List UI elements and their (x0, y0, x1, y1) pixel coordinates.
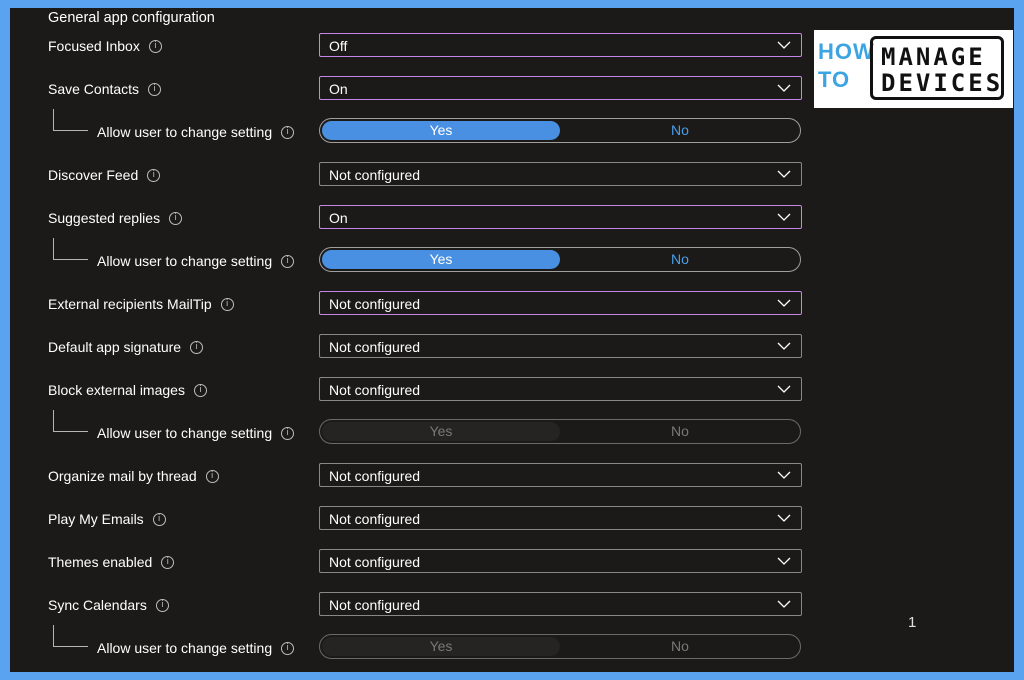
info-icon[interactable]: i (155, 598, 169, 612)
tree-connector (53, 625, 88, 647)
logo-manage: MANAGE (881, 43, 986, 71)
sync-calendars-dropdown[interactable]: Not configured (319, 592, 802, 616)
chevron-down-icon (777, 84, 791, 92)
organize-mail-by-thread-dropdown[interactable]: Not configured (319, 463, 802, 487)
toggle-yes-option[interactable]: Yes (322, 250, 560, 269)
toggle-no-option[interactable]: No (561, 250, 799, 269)
logo-devices: DEVICES (881, 69, 1004, 97)
logo-to: TO (818, 67, 851, 92)
toggle-yes-option: Yes (322, 422, 560, 441)
setting-label: Block external images i (48, 382, 207, 398)
setting-themes-enabled: Themes enabled i Not configured (10, 547, 1014, 577)
info-icon[interactable]: i (281, 641, 295, 655)
tree-connector (53, 238, 88, 260)
setting-label: Allow user to change setting i (97, 253, 295, 269)
setting-label: Themes enabled i (48, 554, 175, 570)
setting-label: Play My Emails i (48, 511, 166, 527)
chevron-down-icon (777, 170, 791, 178)
setting-sync-calendars: Sync Calendars i Not configured (10, 590, 1014, 620)
setting-allow-user-change-save-contacts: Allow user to change setting i Yes No (10, 109, 1014, 147)
logo-how: HOW (818, 39, 875, 64)
setting-discover-feed: Discover Feed i Not configured (10, 160, 1014, 190)
chevron-down-icon (777, 557, 791, 565)
info-icon[interactable]: i (148, 82, 162, 96)
setting-suggested-replies: Suggested replies i On (10, 203, 1014, 233)
toggle-no-option: No (671, 423, 689, 439)
info-icon[interactable]: i (147, 168, 161, 182)
yes-no-toggle[interactable]: Yes No (319, 118, 801, 143)
info-icon[interactable]: i (281, 254, 295, 268)
external-recipients-mailtip-dropdown[interactable]: Not configured (319, 291, 802, 315)
chevron-down-icon (777, 471, 791, 479)
setting-label: Allow user to change setting i (97, 124, 295, 140)
default-app-signature-dropdown[interactable]: Not configured (319, 334, 802, 358)
themes-enabled-dropdown[interactable]: Not configured (319, 549, 802, 573)
chevron-down-icon (777, 514, 791, 522)
info-icon[interactable]: i (148, 39, 162, 53)
info-icon[interactable]: i (190, 340, 204, 354)
settings-panel: General app configuration Focused Inbox i… (10, 8, 1014, 672)
setting-label: Organize mail by thread i (48, 468, 219, 484)
toggle-yes-option: Yes (322, 637, 560, 656)
info-icon[interactable]: i (281, 125, 295, 139)
chevron-down-icon (777, 385, 791, 393)
chevron-down-icon (777, 342, 791, 350)
setting-label: Sync Calendars i (48, 597, 169, 613)
setting-label: Default app signature i (48, 339, 204, 355)
info-icon[interactable]: i (205, 469, 219, 483)
tree-connector (53, 410, 88, 432)
yes-no-toggle-disabled: Yes No (319, 419, 801, 444)
toggle-yes-option[interactable]: Yes (322, 121, 560, 140)
chevron-down-icon (777, 600, 791, 608)
setting-label: Allow user to change setting i (97, 640, 295, 656)
focused-inbox-dropdown[interactable]: Off (319, 33, 802, 57)
block-external-images-dropdown[interactable]: Not configured (319, 377, 802, 401)
suggested-replies-dropdown[interactable]: On (319, 205, 802, 229)
logo-device-frame: MANAGE DEVICES (870, 36, 1004, 100)
how-to-manage-devices-logo: HOW TO MANAGE DEVICES (814, 30, 1013, 108)
info-icon[interactable]: i (220, 297, 234, 311)
setting-external-recipients-mailtip: External recipients MailTip i Not configu… (10, 289, 1014, 319)
setting-default-app-signature: Default app signature i Not configured (10, 332, 1014, 362)
yes-no-toggle-disabled: Yes No (319, 634, 801, 659)
chevron-down-icon (777, 213, 791, 221)
setting-allow-user-change-suggested-replies: Allow user to change setting i Yes No (10, 238, 1014, 276)
info-icon[interactable]: i (161, 555, 175, 569)
chevron-down-icon (777, 41, 791, 49)
setting-label: Focused Inbox i (48, 38, 162, 54)
setting-label: External recipients MailTip i (48, 296, 234, 312)
tree-connector (53, 109, 88, 131)
save-contacts-dropdown[interactable]: On (319, 76, 802, 100)
info-icon[interactable]: i (281, 426, 295, 440)
info-icon[interactable]: i (193, 383, 207, 397)
setting-allow-user-change-sync-calendars: Allow user to change setting i Yes No (10, 625, 1014, 663)
info-icon[interactable]: i (152, 512, 166, 526)
chevron-down-icon (777, 299, 791, 307)
page-number: 1 (908, 614, 917, 631)
setting-block-external-images: Block external images i Not configured (10, 375, 1014, 405)
setting-allow-user-change-block-external-images: Allow user to change setting i Yes No (10, 410, 1014, 448)
play-my-emails-dropdown[interactable]: Not configured (319, 506, 802, 530)
setting-label: Save Contacts i (48, 81, 162, 97)
toggle-no-option: No (671, 638, 689, 654)
setting-label: Suggested replies i (48, 210, 183, 226)
yes-no-toggle[interactable]: Yes No (319, 247, 801, 272)
setting-label: Discover Feed i (48, 167, 161, 183)
toggle-no-option[interactable]: No (561, 121, 799, 140)
discover-feed-dropdown[interactable]: Not configured (319, 162, 802, 186)
section-title: General app configuration (48, 10, 215, 26)
setting-label: Allow user to change setting i (97, 425, 295, 441)
info-icon[interactable]: i (169, 211, 183, 225)
setting-play-my-emails: Play My Emails i Not configured (10, 504, 1014, 534)
setting-organize-mail-by-thread: Organize mail by thread i Not configured (10, 461, 1014, 491)
